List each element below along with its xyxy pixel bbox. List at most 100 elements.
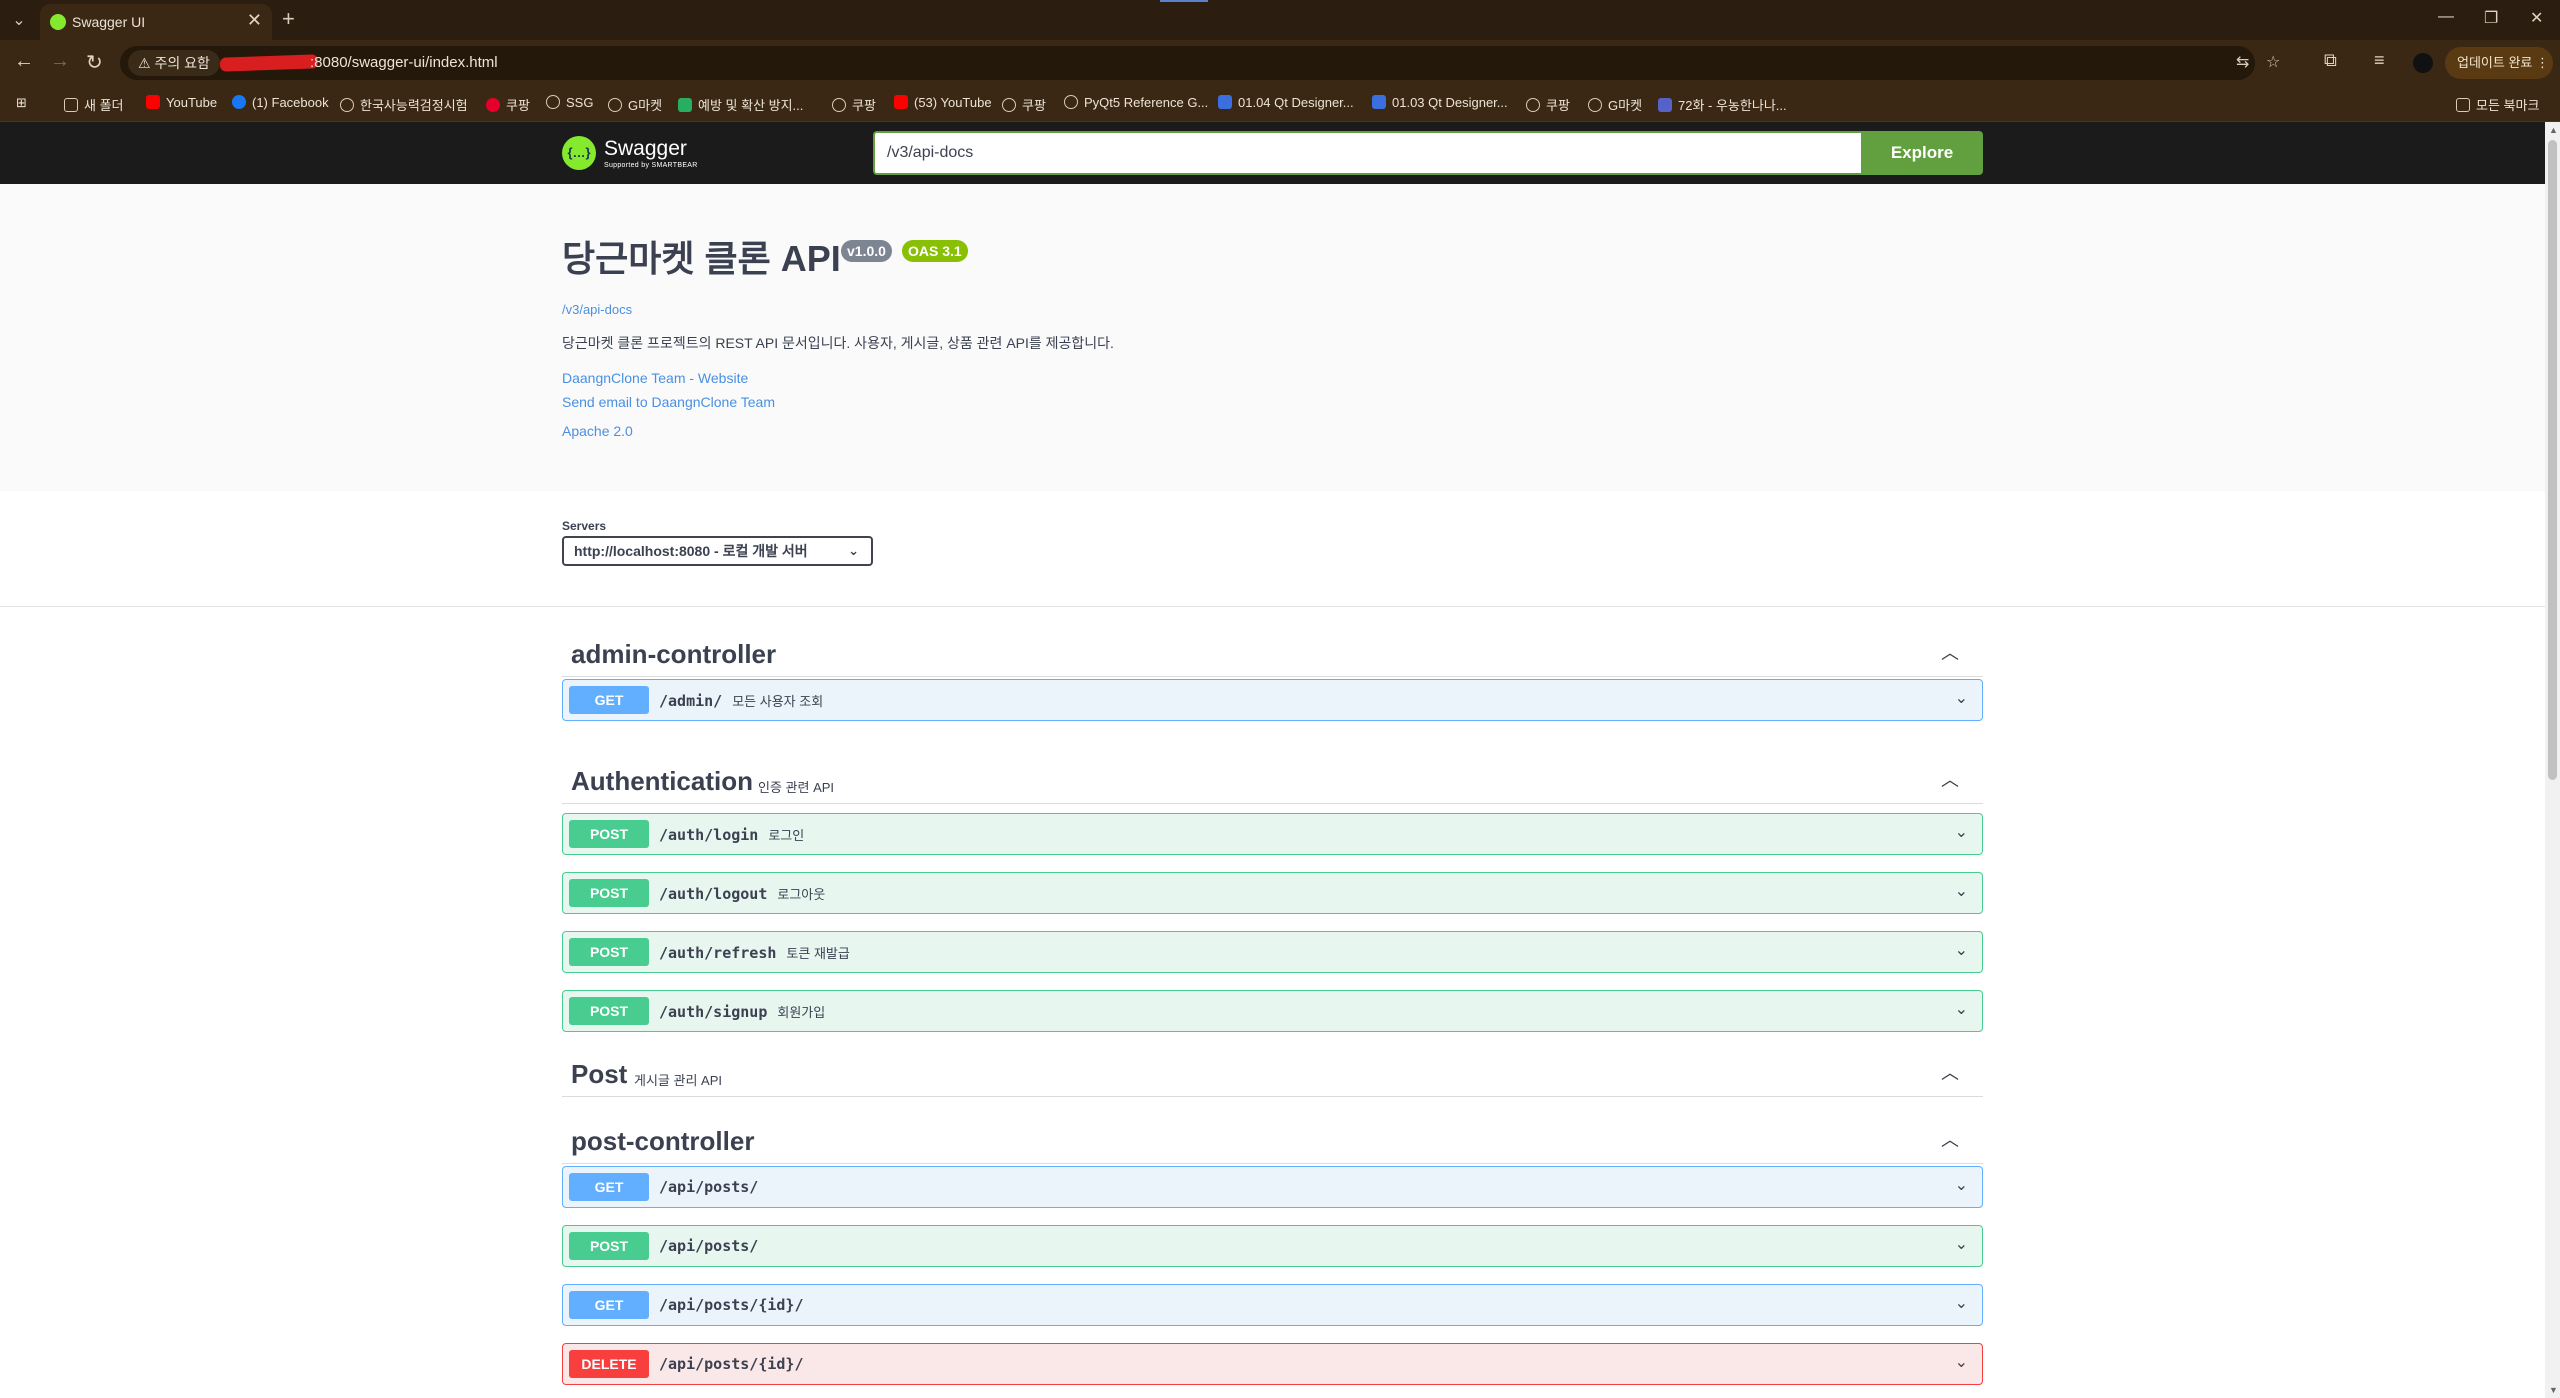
operation-post-auth-signup[interactable]: POST /auth/signup 회원가입 ⌄	[562, 990, 1983, 1032]
globe-icon	[608, 98, 622, 112]
bookmark-item[interactable]: PyQt5 Reference G...	[1064, 95, 1208, 110]
back-arrow-icon[interactable]: ←	[14, 50, 34, 73]
operation-post-auth-refresh[interactable]: POST /auth/refresh 토큰 재발급 ⌄	[562, 931, 1983, 973]
bookmark-item[interactable]: G마켓	[1588, 95, 1642, 114]
bookmark-item[interactable]: YouTube	[146, 95, 217, 110]
logo-subtext: Supported by SMARTBEAR	[604, 162, 698, 169]
operation-get-posts[interactable]: GET /api/posts/ ⌄	[562, 1166, 1983, 1208]
chevron-down-icon[interactable]: ⌄	[1955, 999, 1968, 1019]
servers-section: Servers http://localhost:8080 - 로컬 개발 서버…	[0, 491, 2545, 607]
chevron-down-icon[interactable]: ⌄	[1955, 1293, 1968, 1313]
spec-url-input[interactable]	[873, 131, 1861, 175]
chevron-up-icon[interactable]: ︿	[1941, 766, 1959, 792]
operation-post-auth-login[interactable]: POST /auth/login 로그인 ⌄	[562, 813, 1983, 855]
chevron-up-icon[interactable]: ︿	[1941, 1059, 1959, 1085]
bookmark-item[interactable]: 72화 - 우농한나나...	[1658, 95, 1787, 114]
bookmark-item[interactable]: G마켓	[608, 95, 662, 114]
spec-link[interactable]: /v3/api-docs	[562, 302, 632, 317]
star-bookmark-icon[interactable]: ☆	[2266, 52, 2280, 72]
swagger-logo[interactable]: {…} Swagger Supported by SMARTBEAR	[562, 134, 722, 174]
tab-search-icon[interactable]: ⌄	[6, 8, 32, 34]
operation-path: /auth/signup 회원가입	[659, 1003, 826, 1021]
operation-get-post-by-id[interactable]: GET /api/posts/{id}/ ⌄	[562, 1284, 1983, 1326]
tag-post-controller[interactable]: post-controller ︿	[562, 1114, 1983, 1164]
globe-icon	[1002, 98, 1016, 112]
all-bookmarks-button[interactable]: 모든 북마크	[2456, 95, 2539, 114]
scroll-up-arrow-icon[interactable]: ▲	[2549, 125, 2558, 135]
license-link[interactable]: Apache 2.0	[562, 423, 633, 439]
browser-tab[interactable]: Swagger UI ✕	[40, 4, 272, 40]
address-bar[interactable]: ⚠ 주의 요함 :8080/swagger-ui/index.html ⇆ ☆	[120, 46, 2280, 80]
oas-badge: OAS 3.1	[902, 240, 968, 262]
minimize-icon[interactable]: —	[2438, 8, 2454, 26]
operation-path: /auth/login 로그인	[659, 826, 805, 844]
globe-icon	[832, 98, 846, 112]
tag-post[interactable]: Post 게시글 관리 API ︿	[562, 1047, 1983, 1097]
scroll-down-arrow-icon[interactable]: ▼	[2549, 1385, 2558, 1395]
chevron-down-icon[interactable]: ⌄	[1955, 940, 1968, 960]
operation-summary: 모든 사용자 조회	[732, 694, 824, 709]
bookmark-item[interactable]: 01.03 Qt Designer...	[1372, 95, 1508, 110]
bookmark-item[interactable]: 쿠팡	[1526, 95, 1570, 114]
operation-post-auth-logout[interactable]: POST /auth/logout 로그아웃 ⌄	[562, 872, 1983, 914]
redacted-host	[219, 54, 319, 72]
bookmark-item[interactable]: 쿠팡	[1002, 95, 1046, 114]
update-button[interactable]: 업데이트 완료 ⋮	[2445, 47, 2553, 79]
site-icon	[678, 98, 692, 112]
servers-select[interactable]: http://localhost:8080 - 로컬 개발 서버 ⌄	[562, 536, 873, 566]
method-badge: POST	[569, 879, 649, 907]
apps-grid-icon[interactable]: ⊞	[16, 95, 27, 111]
url-text[interactable]: :8080/swagger-ui/index.html	[310, 54, 498, 71]
bookmark-item[interactable]: 01.04 Qt Designer...	[1218, 95, 1354, 110]
tag-admin-controller[interactable]: admin-controller ︿	[562, 627, 1983, 677]
window-close-icon[interactable]: ✕	[2530, 8, 2543, 28]
tag-description: 인증 관련 API	[758, 780, 835, 795]
tab-close-icon[interactable]: ✕	[247, 10, 262, 31]
tag-name: admin-controller	[571, 639, 777, 669]
chevron-down-icon[interactable]: ⌄	[1955, 1352, 1968, 1372]
scrollbar-thumb[interactable]	[2548, 140, 2557, 780]
chevron-down-icon[interactable]: ⌄	[1955, 1234, 1968, 1254]
api-info: 당근마켓 클론 API v1.0.0 OAS 3.1 /v3/api-docs …	[0, 184, 2545, 491]
tab-indicator	[1160, 0, 1208, 2]
profile-avatar[interactable]	[2413, 53, 2433, 73]
bookmark-item[interactable]: (53) YouTube	[894, 95, 992, 110]
bookmark-item[interactable]: 쿠팡	[486, 95, 530, 114]
email-link[interactable]: Send email to DaangnClone Team	[562, 394, 775, 410]
bookmark-item[interactable]: SSG	[546, 95, 593, 110]
new-tab-button[interactable]: +	[282, 6, 295, 32]
version-badge: v1.0.0	[841, 240, 892, 262]
forward-arrow-icon[interactable]: →	[50, 50, 70, 73]
bookmark-item[interactable]: 새 폴더	[64, 95, 124, 114]
restore-icon[interactable]: ❐	[2484, 8, 2498, 28]
tag-description: 게시글 관리 API	[634, 1073, 722, 1088]
website-link[interactable]: DaangnClone Team - Website	[562, 370, 748, 386]
swagger-topbar: {…} Swagger Supported by SMARTBEAR Explo…	[0, 122, 2545, 184]
chevron-down-icon[interactable]: ⌄	[1955, 688, 1968, 708]
chevron-up-icon[interactable]: ︿	[1941, 639, 1959, 665]
operation-path: /admin/모든 사용자 조회	[659, 692, 824, 710]
operation-get-admin[interactable]: GET /admin/모든 사용자 조회 ⌄	[562, 679, 1983, 721]
method-badge: DELETE	[569, 1350, 649, 1378]
bookmark-item[interactable]: 한국사능력검정시험	[340, 95, 468, 114]
bookmark-item[interactable]: 쿠팡	[832, 95, 876, 114]
chevron-down-icon[interactable]: ⌄	[1955, 881, 1968, 901]
security-warning-chip[interactable]: ⚠ 주의 요함	[128, 50, 220, 76]
chevron-up-icon[interactable]: ︿	[1941, 1126, 1959, 1152]
media-control-icon[interactable]: ≡	[2374, 50, 2385, 71]
explore-button[interactable]: Explore	[1861, 131, 1983, 175]
chevron-down-icon[interactable]: ⌄	[1955, 822, 1968, 842]
bookmark-item[interactable]: 예방 및 확산 방지...	[678, 95, 803, 114]
chevron-down-icon[interactable]: ⌄	[1955, 1175, 1968, 1195]
reload-icon[interactable]: ↻	[86, 50, 103, 75]
wikidocs-icon	[1218, 95, 1232, 109]
page-scrollbar[interactable]: ▲ ▼	[2545, 122, 2560, 1398]
bookmark-item[interactable]: (1) Facebook	[232, 95, 329, 110]
extensions-icon[interactable]: ⧉	[2324, 50, 2337, 71]
tag-authentication[interactable]: Authentication 인증 관련 API ︿	[562, 754, 1983, 804]
translate-icon[interactable]: ⇆	[2236, 52, 2249, 72]
wikidocs-icon	[1372, 95, 1386, 109]
browser-tab-bar: ⌄ Swagger UI ✕ + — ❐ ✕	[0, 0, 2560, 40]
operation-delete-post-by-id[interactable]: DELETE /api/posts/{id}/ ⌄	[562, 1343, 1983, 1385]
operation-post-posts[interactable]: POST /api/posts/ ⌄	[562, 1225, 1983, 1267]
